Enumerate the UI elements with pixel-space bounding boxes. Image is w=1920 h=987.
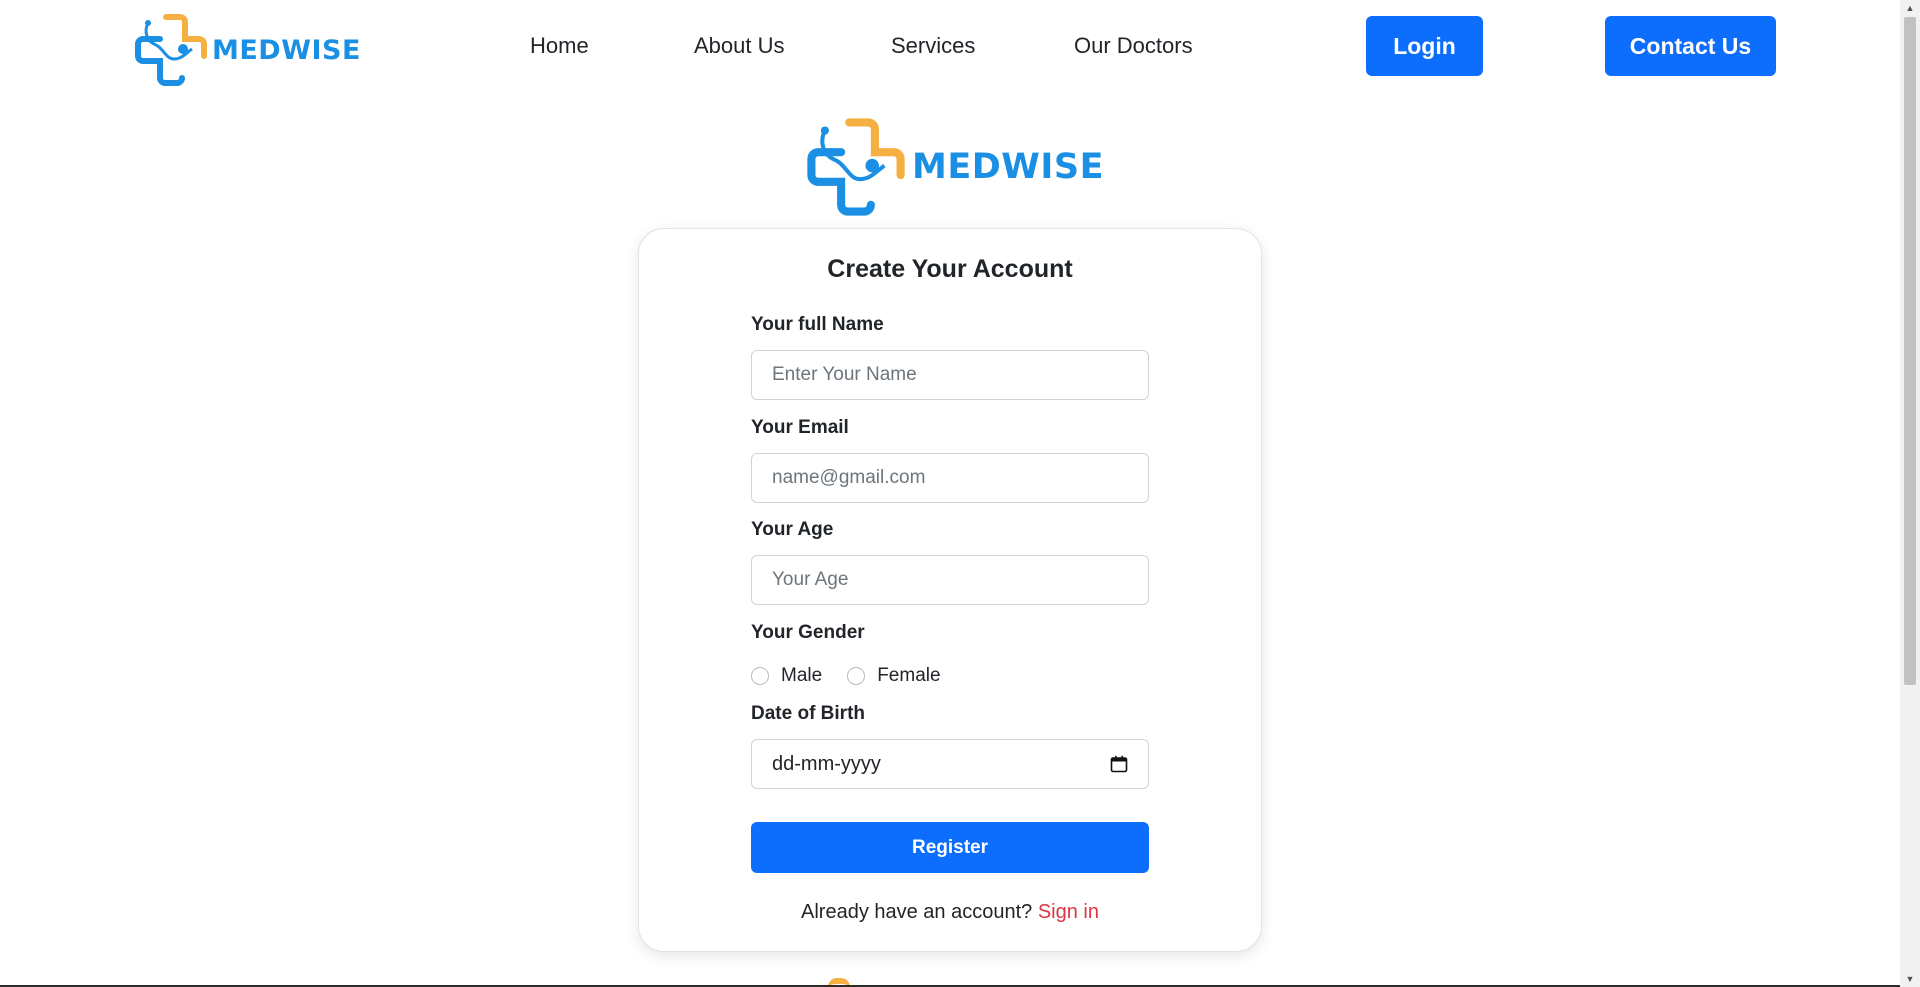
page-scrollbar[interactable]: ▲ ▼ [1900, 0, 1920, 987]
center-logo: MEDWISE [806, 117, 1104, 217]
gender-male-label[interactable]: Male [781, 665, 822, 687]
nav-home-link[interactable]: Home [530, 31, 589, 61]
scroll-down-icon[interactable]: ▼ [1900, 971, 1920, 987]
gender-female-label[interactable]: Female [877, 665, 940, 687]
navbar: MEDWISE Home About Us Services Our Docto… [0, 0, 1900, 92]
form-title: Create Your Account [827, 255, 1073, 283]
age-input[interactable] [751, 555, 1149, 605]
brand-logo[interactable]: MEDWISE [134, 13, 361, 87]
calendar-icon[interactable] [1110, 755, 1128, 773]
gender-label: Your Gender [751, 622, 865, 643]
dob-label: Date of Birth [751, 703, 865, 724]
brand-name: MEDWISE [212, 34, 361, 66]
name-label: Your full Name [751, 314, 884, 335]
nav-services-link[interactable]: Services [891, 31, 975, 61]
gender-male-radio[interactable] [751, 667, 769, 685]
contact-us-button[interactable]: Contact Us [1605, 16, 1776, 76]
name-input[interactable] [751, 350, 1149, 400]
gender-female-radio[interactable] [847, 667, 866, 685]
medwise-logo-icon [135, 14, 207, 86]
signin-link[interactable]: Sign in [1038, 901, 1099, 923]
dob-placeholder: dd-mm-yyyy [772, 752, 881, 775]
center-brand-name: MEDWISE [912, 147, 1105, 187]
age-label: Your Age [751, 519, 834, 540]
dob-input[interactable]: dd-mm-yyyy [751, 739, 1149, 789]
gender-radio-group: Male Female [751, 661, 941, 691]
login-button[interactable]: Login [1366, 16, 1483, 76]
scroll-thumb[interactable] [1904, 17, 1916, 685]
email-input[interactable] [751, 453, 1149, 503]
register-card: Create Your Account Your full Name Your … [638, 228, 1262, 952]
nav-about-link[interactable]: About Us [694, 31, 785, 61]
signin-prompt: Already have an account? [801, 901, 1033, 923]
register-button[interactable]: Register [751, 822, 1149, 873]
email-label: Your Email [751, 417, 849, 438]
medwise-logo-icon [807, 118, 905, 216]
scroll-up-icon[interactable]: ▲ [1900, 0, 1920, 16]
nav-doctors-link[interactable]: Our Doctors [1074, 31, 1193, 61]
signin-row: Already have an account? Sign in [639, 901, 1261, 924]
